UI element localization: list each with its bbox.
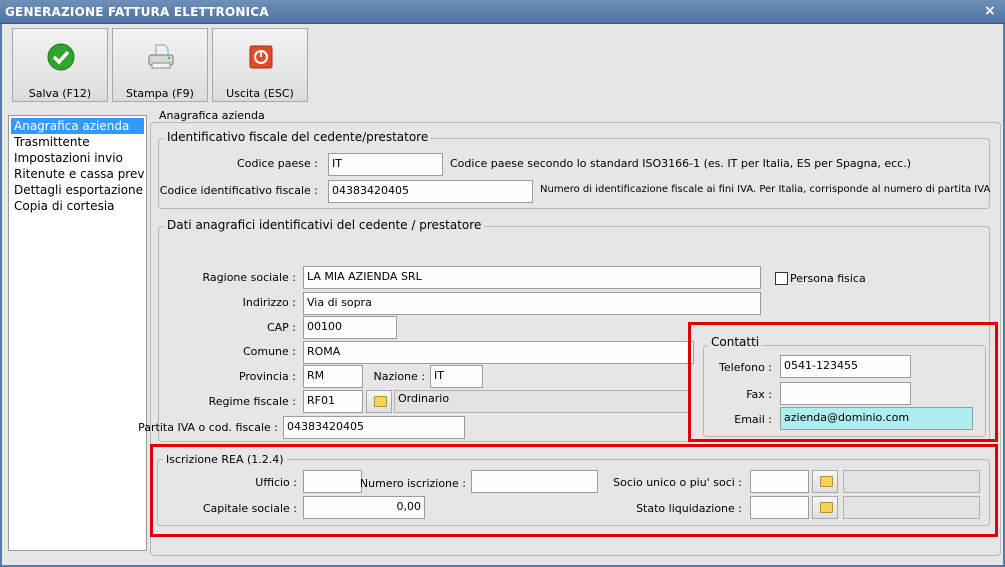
exit-button[interactable]: Uscita (ESC) (212, 28, 308, 102)
nazione-label: Nazione : (373, 370, 425, 383)
provincia-label: Provincia : (238, 370, 296, 383)
power-icon (249, 45, 273, 69)
regime-fiscale-label: Regime fiscale : (208, 395, 296, 408)
regime-fiscale-input[interactable]: RF01 (303, 390, 363, 413)
tax-id-label: Codice identificativo fiscale : (159, 184, 318, 197)
close-icon[interactable]: × (984, 3, 996, 19)
partita-iva-label: Partita IVA o cod. fiscale : (138, 421, 278, 434)
cap-label: CAP : (266, 321, 296, 334)
exit-label: Uscita (ESC) (226, 87, 294, 100)
registry-legend: Dati anagrafici identificativi del ceden… (164, 218, 485, 232)
regime-description: Ordinario (394, 390, 691, 413)
window-title: GENERAZIONE FATTURA ELETTRONICA (5, 5, 269, 19)
print-label: Stampa (F9) (126, 87, 194, 100)
ragione-sociale-label: Ragione sociale : (202, 271, 296, 284)
sidebar-item-copia-cortesia[interactable]: Copia di cortesia (11, 198, 144, 214)
comune-input[interactable]: ROMA (303, 341, 694, 364)
country-code-label: Codice paese : (237, 157, 318, 170)
print-button[interactable]: Stampa (F9) (112, 28, 208, 102)
checkmark-icon (47, 43, 75, 71)
persona-fisica-checkbox[interactable] (775, 272, 788, 285)
indirizzo-input[interactable]: Via di sopra (303, 292, 761, 315)
partita-iva-input[interactable]: 04383420405 (283, 416, 465, 439)
ragione-sociale-input[interactable]: LA MIA AZIENDA SRL (303, 266, 761, 289)
provincia-input[interactable]: RM (303, 365, 363, 388)
folder-icon (374, 396, 387, 407)
cap-input[interactable]: 00100 (303, 316, 397, 339)
anagrafica-legend: Anagrafica azienda (156, 109, 268, 122)
contacts-highlight (688, 322, 998, 442)
tax-id-description: Numero di identificazione fiscale ai fin… (540, 184, 991, 195)
sidebar-item-dettagli-esportazione[interactable]: Dettagli esportazione (11, 182, 144, 198)
indirizzo-label: Indirizzo : (242, 296, 296, 309)
fiscal-id-legend: Identificativo fiscale del cedente/prest… (164, 130, 432, 144)
persona-fisica-label: Persona fisica (790, 272, 866, 285)
country-code-description: Codice paese secondo lo standard ISO3166… (450, 157, 912, 170)
fiscal-id-group (158, 138, 990, 209)
sidebar-item-impostazioni-invio[interactable]: Impostazioni invio (11, 150, 144, 166)
sidebar-item-trasmittente[interactable]: Trasmittente (11, 134, 144, 150)
tax-id-input[interactable]: 04383420405 (328, 180, 533, 203)
country-code-input[interactable]: IT (328, 153, 443, 176)
save-label: Salva (F12) (28, 87, 92, 100)
section-list[interactable]: Anagrafica azienda Trasmittente Impostaz… (8, 115, 147, 551)
sidebar-item-ritenute[interactable]: Ritenute e cassa previdenziale (11, 166, 144, 182)
regime-lookup-button[interactable] (366, 390, 392, 413)
rea-highlight (150, 444, 998, 537)
nazione-input[interactable]: IT (430, 365, 483, 388)
sidebar-item-anagrafica-azienda[interactable]: Anagrafica azienda (11, 118, 144, 134)
comune-label: Comune : (242, 345, 296, 358)
save-button[interactable]: Salva (F12) (12, 28, 108, 102)
printer-icon (148, 44, 174, 69)
